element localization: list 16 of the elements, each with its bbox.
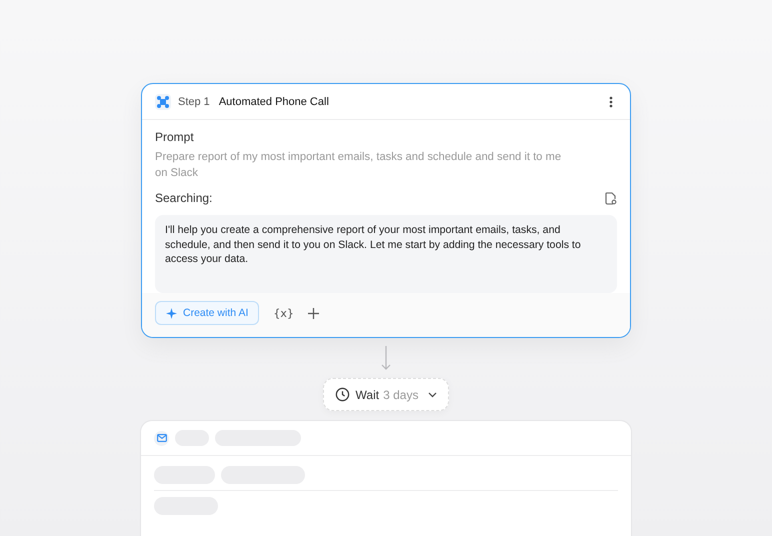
step-icon xyxy=(155,94,171,110)
variable-button[interactable]: {x} xyxy=(271,306,296,320)
chevron-down-icon xyxy=(428,392,438,398)
response-text: I'll help you create a comprehensive report of your most important emails, tasks, and schedule, and then send it to you on Slack. Let me start by adding the necessary tools to access your data. xyxy=(155,215,617,293)
prompt-label: Prompt xyxy=(155,130,195,144)
step-title: Automated Phone Call xyxy=(218,96,330,108)
document-search-icon[interactable] xyxy=(605,192,617,204)
searching-label: Searching: xyxy=(155,191,212,205)
add-icon[interactable] xyxy=(308,308,319,318)
step-label: Step 1 xyxy=(178,96,210,108)
sparkle-icon xyxy=(166,308,177,318)
prompt-text: Prepare report of my most important emails, tasks and schedule and send it to me on Slack xyxy=(155,150,562,181)
clock-icon xyxy=(334,387,350,402)
wait-dropdown[interactable]: Wait 3 days xyxy=(322,378,450,411)
mail-icon xyxy=(154,430,169,446)
down-arrow xyxy=(381,346,391,370)
